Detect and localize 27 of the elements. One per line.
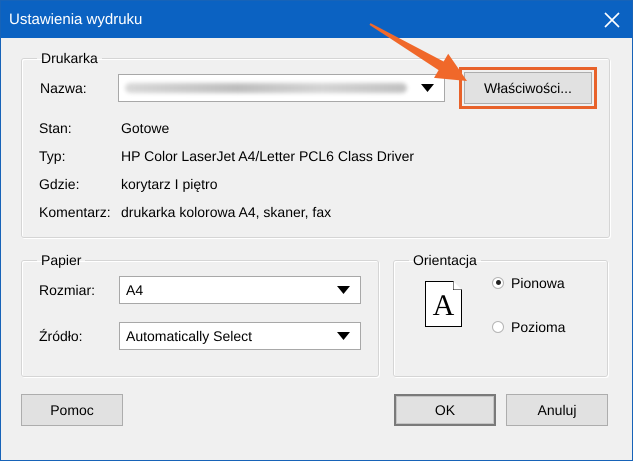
push-button[interactable]: Pomoc (21, 394, 123, 426)
field-label: Źródło: (39, 328, 84, 344)
dropdown[interactable]: Automatically Select (119, 322, 361, 350)
info-value: korytarz I piętro (121, 175, 218, 194)
caret-icon (337, 286, 350, 294)
radio-button[interactable]: Pionowa (492, 274, 565, 290)
info-label: Komentarz: (39, 203, 112, 222)
info-value: HP Color LaserJet A4/Letter PCL6 Class Driver (121, 147, 416, 166)
page-letter: A (432, 288, 454, 321)
caret-icon (421, 84, 434, 92)
window-title: Ustawienia wydruku (9, 11, 142, 28)
group-label: Orientacja (412, 252, 478, 268)
info-label: Typ: (39, 147, 66, 166)
field-label: Rozmiar: (39, 282, 96, 298)
info-value: Gotowe (121, 119, 170, 138)
info-label: Gdzie: (39, 175, 80, 194)
dropdown[interactable]: A4 (119, 276, 361, 304)
info-value: drukarka kolorowa A4, skaner, fax (121, 203, 332, 222)
push-button[interactable]: Anuluj (506, 394, 608, 426)
push-button[interactable]: OK (394, 394, 496, 426)
group-label: Drukarka (40, 50, 99, 66)
group-label: Papier (40, 252, 82, 268)
info-label: Stan: (39, 119, 73, 138)
field-label: Nazwa: (39, 80, 88, 96)
caret-icon (337, 332, 350, 340)
close-icon[interactable] (604, 12, 620, 28)
radio-button[interactable]: Pozioma (492, 318, 566, 334)
